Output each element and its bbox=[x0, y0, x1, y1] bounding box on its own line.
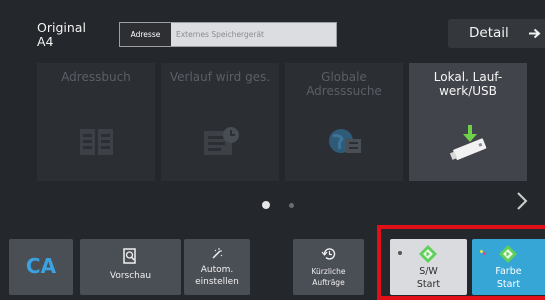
bw-indicator-dot bbox=[398, 251, 402, 255]
tile-history[interactable]: Verlauf wird ges. bbox=[161, 63, 279, 181]
detail-button[interactable]: Detail bbox=[448, 19, 545, 48]
magic-wand-icon bbox=[212, 248, 223, 259]
page-dot[interactable] bbox=[289, 203, 294, 208]
preview-icon bbox=[123, 248, 136, 264]
tile-label-line2: werk/USB bbox=[439, 84, 497, 98]
start-diamond-icon bbox=[419, 245, 437, 263]
recent-jobs-button[interactable]: Kürzliche Aufträge bbox=[293, 239, 364, 295]
original-indicator: Original A4 bbox=[37, 21, 86, 49]
tile-label-line1: Lokal. Lauf- bbox=[433, 70, 503, 84]
tile-global-search[interactable]: Globale Adresssuche bbox=[285, 63, 403, 181]
color-start-line2: Start bbox=[496, 279, 521, 290]
copier-panel: Original A4 Adresse Externes Speicherger… bbox=[0, 0, 545, 300]
address-book-icon bbox=[80, 129, 113, 155]
auto-adjust-line2: einstellen bbox=[195, 277, 239, 287]
recent-jobs-line2: Aufträge bbox=[312, 278, 345, 287]
original-label: Original bbox=[37, 20, 86, 35]
address-tag: Adresse bbox=[120, 23, 171, 46]
address-value: Externes Speichergerät bbox=[176, 30, 265, 39]
clear-all-button[interactable]: CA bbox=[9, 239, 73, 295]
recent-jobs-line1: Kürzliche bbox=[311, 267, 346, 276]
original-size: A4 bbox=[37, 34, 54, 49]
tile-local-drive-usb[interactable]: Lokal. Lauf-werk/USB bbox=[409, 63, 527, 181]
clear-all-label: CA bbox=[25, 254, 57, 278]
bw-start-line2: Start bbox=[416, 279, 441, 290]
color-indicator-dots bbox=[480, 250, 486, 255]
tile-address-book[interactable]: Adressbuch bbox=[37, 63, 155, 181]
bw-start-button[interactable]: S/W Start bbox=[390, 239, 467, 295]
auto-adjust-line1: Autom. bbox=[200, 265, 234, 275]
tile-label: Verlauf wird ges. bbox=[169, 70, 271, 84]
history-icon bbox=[204, 127, 239, 155]
color-start-button[interactable]: Farbe Start bbox=[472, 239, 545, 295]
address-field[interactable]: Adresse Externes Speichergerät bbox=[119, 22, 337, 47]
arrow-right-icon bbox=[529, 28, 541, 39]
usb-drive-icon bbox=[449, 125, 487, 160]
tile-label: Adressbuch bbox=[61, 70, 131, 84]
start-diamond-icon bbox=[499, 245, 517, 263]
tile-label: Lokal. Lauf-werk/USB bbox=[409, 70, 527, 98]
preview-label: Vorschau bbox=[109, 271, 152, 281]
bw-start-line1: S/W bbox=[419, 266, 438, 277]
tile-label: Globale Adresssuche bbox=[306, 70, 382, 98]
global-search-icon bbox=[329, 129, 361, 153]
chevron-right-icon[interactable] bbox=[516, 191, 528, 211]
recent-history-icon bbox=[321, 248, 336, 260]
page-dot-active[interactable] bbox=[262, 201, 270, 209]
color-start-line1: Farbe bbox=[495, 266, 522, 277]
preview-button[interactable]: Vorschau bbox=[80, 239, 181, 295]
auto-adjust-button[interactable]: Autom. einstellen bbox=[184, 239, 250, 295]
detail-label: Detail bbox=[469, 25, 509, 41]
